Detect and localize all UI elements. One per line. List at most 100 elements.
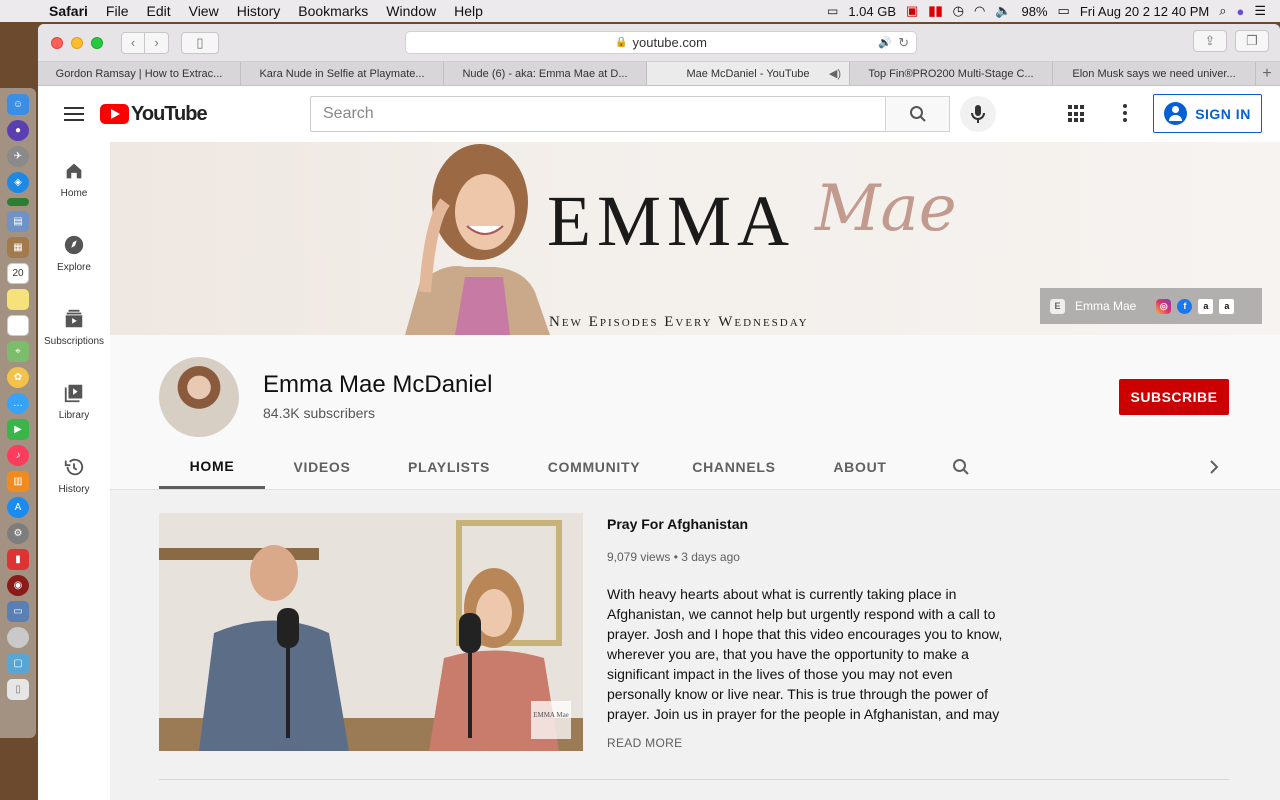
sign-in-button[interactable]: SIGN IN [1153,94,1262,133]
menu-help[interactable]: Help [445,3,492,19]
battery-icon[interactable]: ▭ [1058,3,1070,19]
messages-icon[interactable]: … [7,393,29,414]
maps-icon[interactable]: ⌖ [7,341,29,362]
tab-videos[interactable]: VIDEOS [265,445,379,489]
preview-icon[interactable]: ▤ [7,211,29,232]
apps-grid-icon[interactable] [1068,105,1086,123]
pause-icon[interactable]: ▮▮ [928,3,942,19]
notes-box-icon[interactable]: ▦ [7,237,29,258]
guide-subscriptions[interactable]: Subscriptions [38,290,110,364]
siri-dock-icon[interactable]: ● [7,120,29,141]
banner-link-name[interactable]: Emma Mae [1075,299,1136,313]
trash-icon[interactable]: ▯ [7,679,29,700]
voice-search-button[interactable] [960,96,996,132]
tab-channels[interactable]: CHANNELS [669,445,799,489]
tab-overview-button[interactable]: ❐ [1235,30,1269,52]
battery-percent[interactable]: 98% [1022,4,1048,19]
tab-elon-musk[interactable]: Elon Musk says we need univer... [1053,62,1256,85]
channel-search-button[interactable] [921,445,1001,489]
guide-explore[interactable]: Explore [38,216,110,290]
apple-support-icon[interactable] [7,627,29,648]
system-preferences-icon[interactable]: ⚙ [7,523,29,544]
tab-emma-mae-nude[interactable]: Nude (6) - aka: Emma Mae at D... [444,62,647,85]
menu-icon[interactable] [64,107,84,121]
music-icon[interactable]: ♪ [7,445,29,466]
channel-avatar[interactable] [159,357,239,437]
tab-top-fin[interactable]: Top Fin®PRO200 Multi-Stage C... [850,62,1053,85]
wifi-icon[interactable]: ◠ [974,3,985,19]
app-icon-red-blue[interactable]: ▮ [7,549,29,570]
reminders-icon[interactable] [7,315,29,336]
downloads-folder-icon[interactable]: ▢ [7,653,29,674]
menu-history[interactable]: History [228,3,290,19]
instagram-icon[interactable]: ◎ [1156,298,1172,314]
notes-icon[interactable] [7,289,29,310]
books-icon[interactable]: ▥ [7,471,29,492]
memory-app-icon[interactable] [7,198,29,206]
guide-label: Home [60,187,88,199]
search-button[interactable] [885,96,950,132]
siri-icon[interactable]: ● [1236,4,1244,19]
spotlight-icon[interactable]: ⌕ [1219,3,1226,19]
volume-icon[interactable]: 🔈 [995,3,1011,19]
address-bar[interactable]: 🔒 youtube.com 🔊 ↻ [405,31,917,54]
tabs-next-button[interactable] [1199,445,1229,489]
tab-youtube-active[interactable]: Mae McDaniel - YouTube ◀) [647,62,850,85]
minimize-button[interactable] [71,36,83,49]
site-favicon-icon[interactable]: E [1050,298,1065,314]
app-store-icon[interactable]: A [7,497,29,518]
zoom-button[interactable] [91,36,103,49]
tab-community[interactable]: COMMUNITY [519,445,669,489]
tab-home[interactable]: HOME [159,445,265,489]
tab-audio-icon[interactable]: ◀) [829,67,841,80]
facebook-icon[interactable]: f [1177,298,1193,314]
featured-video-thumbnail[interactable]: EMMA Mae [159,513,583,751]
tab-gordon-ramsay[interactable]: Gordon Ramsay | How to Extrac... [38,62,241,85]
calendar-icon[interactable]: 20 [7,263,29,284]
guide-library[interactable]: Library [38,364,110,438]
read-more-link[interactable]: READ MORE [607,736,682,750]
menu-app-name[interactable]: Safari [40,3,97,19]
close-button[interactable] [51,36,63,49]
launchpad-icon[interactable]: ✈ [7,146,29,167]
amazon-icon[interactable]: a [1219,298,1235,314]
share-button[interactable]: ⇪ [1193,30,1227,52]
safari-icon[interactable]: ◈ [7,172,29,193]
notification-center-icon[interactable]: ☰ [1254,3,1266,19]
clock[interactable]: Fri Aug 20 2 12 40 PM [1080,4,1209,19]
app-icon-dark-red[interactable]: ◉ [7,575,29,596]
guide-home[interactable]: Home [38,142,110,216]
menu-window[interactable]: Window [377,3,445,19]
memory-readout[interactable]: 1.04 GB [848,4,896,19]
banner-links: E Emma Mae ◎ f a a [1040,288,1262,324]
menu-view[interactable]: View [180,3,228,19]
new-tab-button[interactable]: + [1256,62,1278,85]
tab-playlists[interactable]: PLAYLISTS [379,445,519,489]
reload-icon[interactable]: ↻ [898,35,909,51]
time-machine-icon[interactable]: ◷ [953,3,964,19]
featured-video-title[interactable]: Pray For Afghanistan [607,516,748,532]
memory-icon[interactable]: ▭ [827,4,838,18]
tab-kara[interactable]: Kara Nude in Selfie at Playmate... [241,62,444,85]
tab-about[interactable]: ABOUT [799,445,921,489]
audio-icon[interactable]: 🔊 [878,36,892,49]
youtube-logo[interactable]: YouTube [100,103,208,126]
subscribe-button[interactable]: SUBSCRIBE [1119,379,1229,415]
menu-file[interactable]: File [97,3,138,19]
settings-more-icon[interactable] [1123,104,1127,122]
tab-label: Gordon Ramsay | How to Extrac... [55,67,223,80]
search-input[interactable]: Search [310,96,886,132]
finder-icon[interactable]: ☺ [7,94,29,115]
amazon-icon[interactable]: a [1198,298,1214,314]
menu-edit[interactable]: Edit [137,3,179,19]
app-icon-screens[interactable]: ▭ [7,601,29,622]
photos-icon[interactable]: ✿ [7,367,29,388]
menu-bookmarks[interactable]: Bookmarks [289,3,377,19]
status-icon[interactable]: ▣ [906,3,918,19]
back-button[interactable]: ‹ [121,31,145,54]
guide-history[interactable]: History [38,438,110,512]
forward-button[interactable]: › [145,31,169,54]
facetime-icon[interactable]: ▶ [7,419,29,440]
sidebar-toggle-icon[interactable]: ▯ [181,31,219,54]
library-icon [64,384,83,402]
